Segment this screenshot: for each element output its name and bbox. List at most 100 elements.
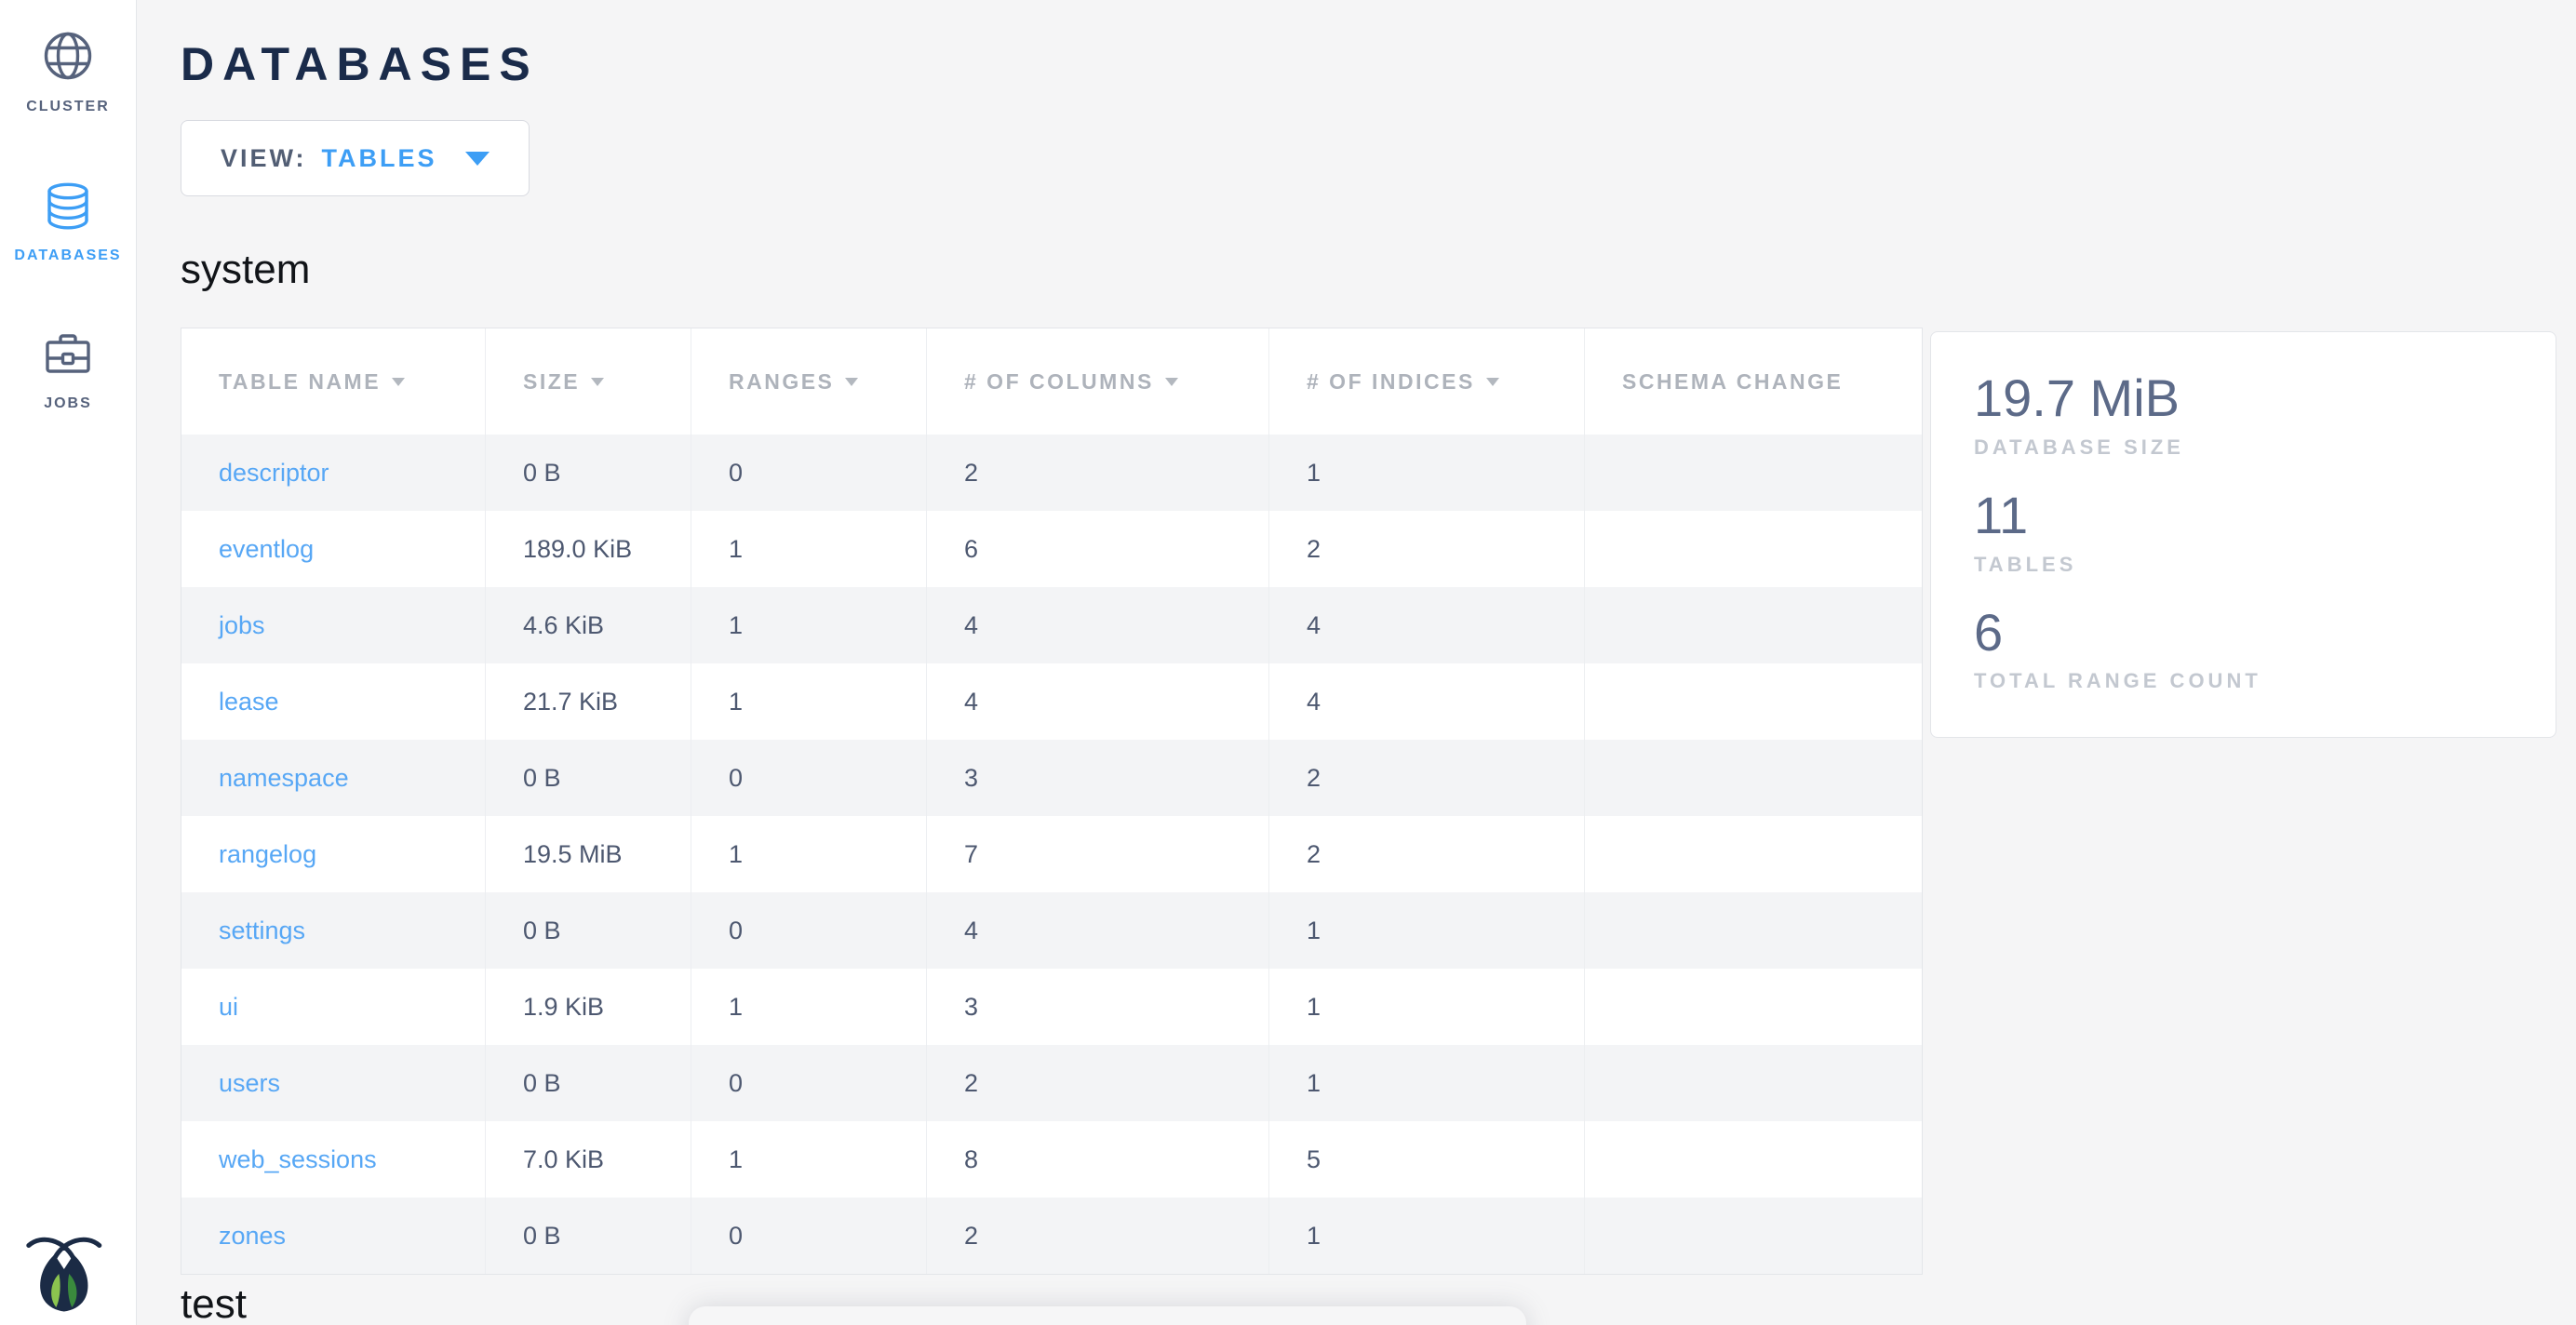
table-name-link[interactable]: descriptor [219, 459, 329, 488]
stat-total-range-count: 6 TOTAL RANGE COUNT [1974, 606, 2513, 694]
table-cell: 1 [691, 587, 927, 663]
table-name-link[interactable]: namespace [219, 764, 349, 793]
table-name-link[interactable]: jobs [219, 611, 265, 640]
database-section-heading-system: system [181, 249, 2576, 290]
table-cell: 3 [927, 969, 1269, 1045]
table-cell: 2 [927, 1045, 1269, 1121]
table-row: settings 0 B041 [181, 892, 1922, 969]
table-cell: 1 [691, 663, 927, 740]
view-selector-value: TABLES [322, 144, 437, 173]
table-cell: jobs [181, 587, 486, 663]
column-header-label: SCHEMA CHANGE [1622, 369, 1843, 395]
table-cell: lease [181, 663, 486, 740]
table-cell: 1 [1269, 1198, 1585, 1274]
column-header-table-name[interactable]: TABLE NAME [181, 328, 486, 435]
table-row: rangelog19.5 MiB172 [181, 816, 1922, 892]
column-header-label: # OF COLUMNS [964, 369, 1154, 395]
table-header-row: TABLE NAME SIZE RANGES # OF COLUMNS # OF… [181, 328, 1922, 435]
column-header-label: RANGES [729, 369, 834, 395]
stat-label: TOTAL RANGE COUNT [1974, 669, 2513, 693]
sidebar-item-jobs[interactable]: JOBS [0, 330, 136, 412]
table-cell: 2 [1269, 740, 1585, 816]
table-cell: 1 [691, 511, 927, 587]
table-cell [1585, 1121, 1922, 1198]
table-cell: 4 [927, 892, 1269, 969]
globe-icon [42, 30, 94, 87]
table-cell: 3 [927, 740, 1269, 816]
table-cell: 4 [927, 663, 1269, 740]
system-tables-table: TABLE NAME SIZE RANGES # OF COLUMNS # OF… [181, 328, 1923, 1275]
stat-tables: 11 TABLES [1974, 489, 2513, 577]
database-stats-card: 19.7 MiB DATABASE SIZE 11 TABLES 6 TOTAL… [1930, 331, 2556, 738]
table-cell: 4 [1269, 663, 1585, 740]
table-row: descriptor0 B021 [181, 435, 1922, 511]
sidebar-item-label: JOBS [44, 395, 92, 412]
main-content: DATABASES VIEW: TABLES system TABLE NAME… [137, 0, 2576, 1325]
table-cell: web_sessions [181, 1121, 486, 1198]
stat-value: 6 [1974, 606, 2513, 661]
table-cell: 7 [927, 816, 1269, 892]
table-row: users0 B021 [181, 1045, 1922, 1121]
table-cell [1585, 740, 1922, 816]
table-name-link[interactable]: eventlog [219, 535, 314, 564]
table-row: ui1.9 KiB131 [181, 969, 1922, 1045]
table-cell: 189.0 KiB [486, 511, 691, 587]
table-name-link[interactable]: lease [219, 688, 279, 716]
column-header-schema-change: SCHEMA CHANGE [1585, 328, 1922, 435]
table-cell [1585, 435, 1922, 511]
table-cell: 2 [1269, 511, 1585, 587]
table-cell: users [181, 1045, 486, 1121]
briefcase-icon [43, 330, 93, 383]
table-cell: 2 [1269, 816, 1585, 892]
column-header-ranges[interactable]: RANGES [691, 328, 927, 435]
system-table-body: descriptor0 B021eventlog189.0 KiB162jobs… [181, 435, 1922, 1274]
table-cell: 0 B [486, 892, 691, 969]
table-name-link[interactable]: web_sessions [219, 1145, 377, 1174]
table-cell: eventlog [181, 511, 486, 587]
table-cell: 6 [927, 511, 1269, 587]
table-name-link[interactable]: zones [219, 1222, 286, 1251]
table-cell: 1 [1269, 892, 1585, 969]
table-cell: 0 [691, 1198, 927, 1274]
table-cell: 0 B [486, 1045, 691, 1121]
sidebar-item-cluster[interactable]: CLUSTER [0, 30, 136, 115]
table-cell: namespace [181, 740, 486, 816]
table-cell: 1 [1269, 435, 1585, 511]
sidebar-item-label: CLUSTER [26, 99, 110, 115]
table-name-link[interactable]: settings [219, 917, 305, 945]
column-header-num-indices[interactable]: # OF INDICES [1269, 328, 1585, 435]
table-cell: 1 [691, 1121, 927, 1198]
view-selector-dropdown[interactable]: VIEW: TABLES [181, 120, 530, 196]
table-cell: 0 [691, 892, 927, 969]
view-selector-label: VIEW: [221, 144, 307, 173]
table-cell: rangelog [181, 816, 486, 892]
column-header-num-columns[interactable]: # OF COLUMNS [927, 328, 1269, 435]
sidebar-item-databases[interactable]: DATABASES [0, 182, 136, 264]
table-cell [1585, 816, 1922, 892]
table-cell [1585, 892, 1922, 969]
column-header-label: SIZE [523, 369, 580, 395]
table-cell: 0 B [486, 740, 691, 816]
table-cell: 2 [927, 1198, 1269, 1274]
table-cell [1585, 1045, 1922, 1121]
table-name-link[interactable]: ui [219, 993, 238, 1022]
sort-caret-icon [591, 378, 604, 386]
stat-label: TABLES [1974, 553, 2513, 577]
database-section-heading-test: test [181, 1284, 2576, 1325]
table-name-link[interactable]: rangelog [219, 840, 316, 869]
table-cell: 1.9 KiB [486, 969, 691, 1045]
table-row: lease21.7 KiB144 [181, 663, 1922, 740]
page-title: DATABASES [181, 0, 2576, 87]
table-cell [1585, 511, 1922, 587]
table-row: zones 0 B021 [181, 1198, 1922, 1274]
table-name-link[interactable]: users [219, 1069, 280, 1098]
table-cell: 1 [691, 969, 927, 1045]
table-cell: zones [181, 1198, 486, 1274]
column-header-size[interactable]: SIZE [486, 328, 691, 435]
table-cell [1585, 1198, 1922, 1274]
table-cell: descriptor [181, 435, 486, 511]
table-cell: 0 B [486, 1198, 691, 1274]
table-cell: 1 [691, 816, 927, 892]
column-header-label: # OF INDICES [1307, 369, 1475, 395]
table-cell [1585, 587, 1922, 663]
